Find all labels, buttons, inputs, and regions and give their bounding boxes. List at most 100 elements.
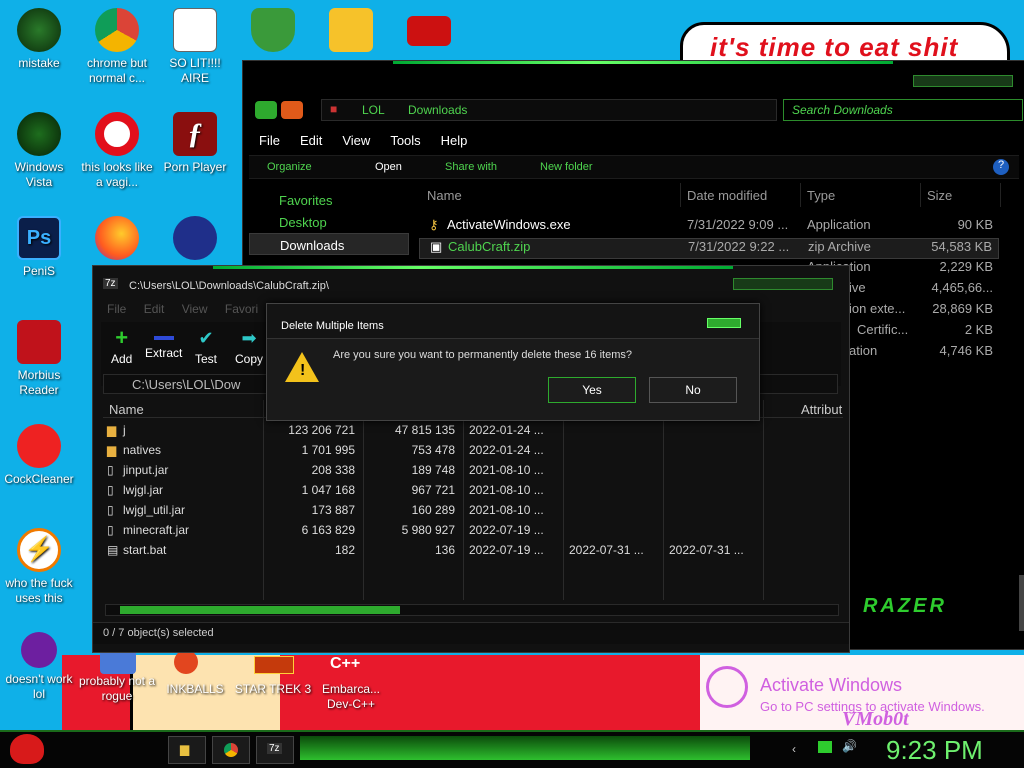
archive-row[interactable]: ▯ lwjgl_util.jar 173 887 160 289 2021-08… <box>103 500 843 520</box>
taskbar-7zip[interactable]: 7z <box>256 736 294 764</box>
desktop-icon-vista[interactable]: Windows Vista <box>0 112 78 190</box>
column-name[interactable]: Name <box>109 402 144 417</box>
address-bar[interactable]: ■ LOL Downloads <box>321 99 777 121</box>
entry-size: 1 701 995 <box>301 443 355 457</box>
taskbar-chrome[interactable] <box>212 736 250 764</box>
show-hidden-icons[interactable]: ‹ <box>792 742 796 756</box>
dialog-close-button[interactable] <box>707 318 741 328</box>
file-date: 7/31/2022 9:22 ... <box>688 239 790 254</box>
chrome-icon <box>224 743 238 757</box>
column-size[interactable]: Size <box>921 183 1001 207</box>
desktop-icon-bad-piggies[interactable] <box>312 8 390 56</box>
desktop-icon-label: INKBALLS <box>166 682 224 696</box>
search-input[interactable]: Search Downloads <box>783 99 1023 121</box>
column-date[interactable]: Date modified <box>681 183 801 207</box>
desktop-icon-emblem[interactable] <box>390 8 468 50</box>
extract-button[interactable]: Extract <box>145 330 182 360</box>
archive-row[interactable]: ▤ start.bat 182 136 2022-07-19 ... 2022-… <box>103 540 843 560</box>
desktop-icon-rogue[interactable]: probably not a rogue <box>78 674 156 704</box>
file-row[interactable]: Certific... 2 KB <box>857 322 999 343</box>
archive-row[interactable]: ▯ jinput.jar 208 338 189 748 2021-08-10 … <box>103 460 843 480</box>
entry-size: 182 <box>334 543 355 557</box>
desktop-icon-winamp[interactable]: ⚡ who the fuck uses this <box>0 528 78 606</box>
flash-icon: ƒ <box>173 112 217 156</box>
back-button[interactable] <box>255 101 277 119</box>
entry-modified: 2022-07-19 ... <box>469 543 544 557</box>
add-button[interactable]: + Add <box>111 327 132 367</box>
no-button[interactable]: No <box>649 377 737 403</box>
file-row[interactable]: ⚷ ActivateWindows.exe 7/31/2022 9:09 ...… <box>419 217 999 238</box>
scrollbar-thumb[interactable] <box>120 606 400 614</box>
desktop-icon-label: Porn Player <box>163 160 227 174</box>
desktop-icon-ccleaner[interactable]: CockCleaner <box>0 424 78 487</box>
forward-button[interactable] <box>281 101 303 119</box>
taskbar-explorer[interactable]: ▆ <box>168 736 206 764</box>
network-icon[interactable] <box>818 741 832 753</box>
desktop-icon-chrome[interactable]: chrome but normal c... <box>78 8 156 86</box>
breadcrumb-lol[interactable]: LOL <box>362 103 385 117</box>
delete-dialog[interactable]: Delete Multiple Items ! Are you sure you… <box>266 303 760 421</box>
new-folder-button[interactable]: New folder <box>540 161 593 173</box>
open-button[interactable]: Open <box>375 161 402 173</box>
desktop-icon-mistake[interactable]: mistake <box>0 8 78 71</box>
column-type[interactable]: Type <box>801 183 921 207</box>
organize-button[interactable]: Organize <box>267 161 312 173</box>
yes-button[interactable]: Yes <box>548 377 636 403</box>
archive-row[interactable]: ▆ natives 1 701 995 753 478 2022-01-24 .… <box>103 440 843 460</box>
archive-row[interactable]: ▆ j 123 206 721 47 815 135 2022-01-24 ..… <box>103 420 843 440</box>
nav-favorites[interactable]: Favorites <box>249 189 409 211</box>
folder-icon: ▆ <box>107 443 117 457</box>
taskbar-clock[interactable]: 9:23 PM <box>886 735 983 766</box>
menu-edit[interactable]: Edit <box>144 302 165 316</box>
desktop-icon-label: SO LIT!!!! AIRE <box>169 56 221 85</box>
desktop-icon-yahoo[interactable]: doesn't work lol <box>0 632 78 702</box>
window-controls[interactable] <box>913 75 1013 87</box>
menu-help[interactable]: Help <box>431 129 478 151</box>
desktop-icon-firefox[interactable] <box>78 216 156 264</box>
menu-edit[interactable]: Edit <box>290 129 332 151</box>
start-button-angry-bird-icon[interactable] <box>10 734 44 764</box>
archive-row[interactable]: ▯ lwjgl.jar 1 047 168 967 721 2021-08-10… <box>103 480 843 500</box>
razer-logo: RAZER <box>863 595 947 617</box>
menu-file[interactable]: File <box>107 302 126 316</box>
menu-view[interactable]: View <box>332 129 380 151</box>
menu-tools[interactable]: Tools <box>380 129 430 151</box>
breadcrumb-downloads[interactable]: Downloads <box>408 103 467 117</box>
file-row[interactable]: ation 4,746 KB <box>849 343 999 364</box>
column-attributes[interactable]: Attribut <box>801 402 842 417</box>
menu-file[interactable]: File <box>249 129 290 151</box>
nav-downloads[interactable]: Downloads <box>249 233 409 255</box>
horizontal-scrollbar[interactable] <box>105 604 839 616</box>
copy-button[interactable]: ➡ Copy <box>235 329 263 366</box>
file-row[interactable]: ive 4,465,66... <box>849 280 999 301</box>
desktop-icon-label: chrome but normal c... <box>86 56 148 85</box>
nav-desktop[interactable]: Desktop <box>249 211 409 233</box>
archive-title: C:\Users\LOL\Downloads\CalubCraft.zip\ <box>129 280 329 292</box>
archive-row[interactable]: ▯ minecraft.jar 6 163 829 5 980 927 2022… <box>103 520 843 540</box>
desktop-icon-pdf-reader[interactable]: Morbius Reader <box>0 320 78 398</box>
share-button[interactable]: Share with <box>445 161 497 173</box>
menu-favorites[interactable]: Favori <box>225 302 258 316</box>
volume-icon[interactable]: 🔊 <box>842 739 857 753</box>
desktop-icon-star-trek[interactable]: STAR TREK 3 <box>234 682 312 697</box>
key-icon: ⚷ <box>429 217 439 232</box>
help-icon[interactable]: ? <box>993 159 1009 175</box>
desktop-icon-solitaire[interactable]: SO LIT!!!! AIRE <box>156 8 234 86</box>
desktop-icon-devcpp[interactable]: Embarca... Dev-C++ <box>312 682 390 712</box>
test-button[interactable]: ✔ Test <box>195 328 217 366</box>
desktop-icon-spider-solitaire[interactable] <box>156 216 234 264</box>
desktop-icon-opera[interactable]: this looks like a vagi... <box>78 112 156 190</box>
menu-view[interactable]: View <box>182 302 208 316</box>
file-type: Certific... <box>857 322 909 337</box>
desktop-icon-porn-player[interactable]: ƒ Porn Player <box>156 112 234 175</box>
window-controls[interactable] <box>733 278 833 290</box>
column-name[interactable]: Name <box>419 183 681 207</box>
entry-name: jinput.jar <box>123 463 169 477</box>
desktop-icon-shield[interactable] <box>234 8 312 56</box>
file-row[interactable]: ion exte... 28,869 KB <box>849 301 999 322</box>
desktop-icon-inkballs[interactable]: INKBALLS <box>156 682 234 697</box>
scrollbar[interactable] <box>1019 575 1024 631</box>
desktop-icon-photoshop[interactable]: Ps PeniS <box>0 216 78 279</box>
check-icon: ✔ <box>198 328 214 348</box>
file-row-selected[interactable]: ▣ CalubCraft.zip 7/31/2022 9:22 ... zip … <box>419 238 999 259</box>
